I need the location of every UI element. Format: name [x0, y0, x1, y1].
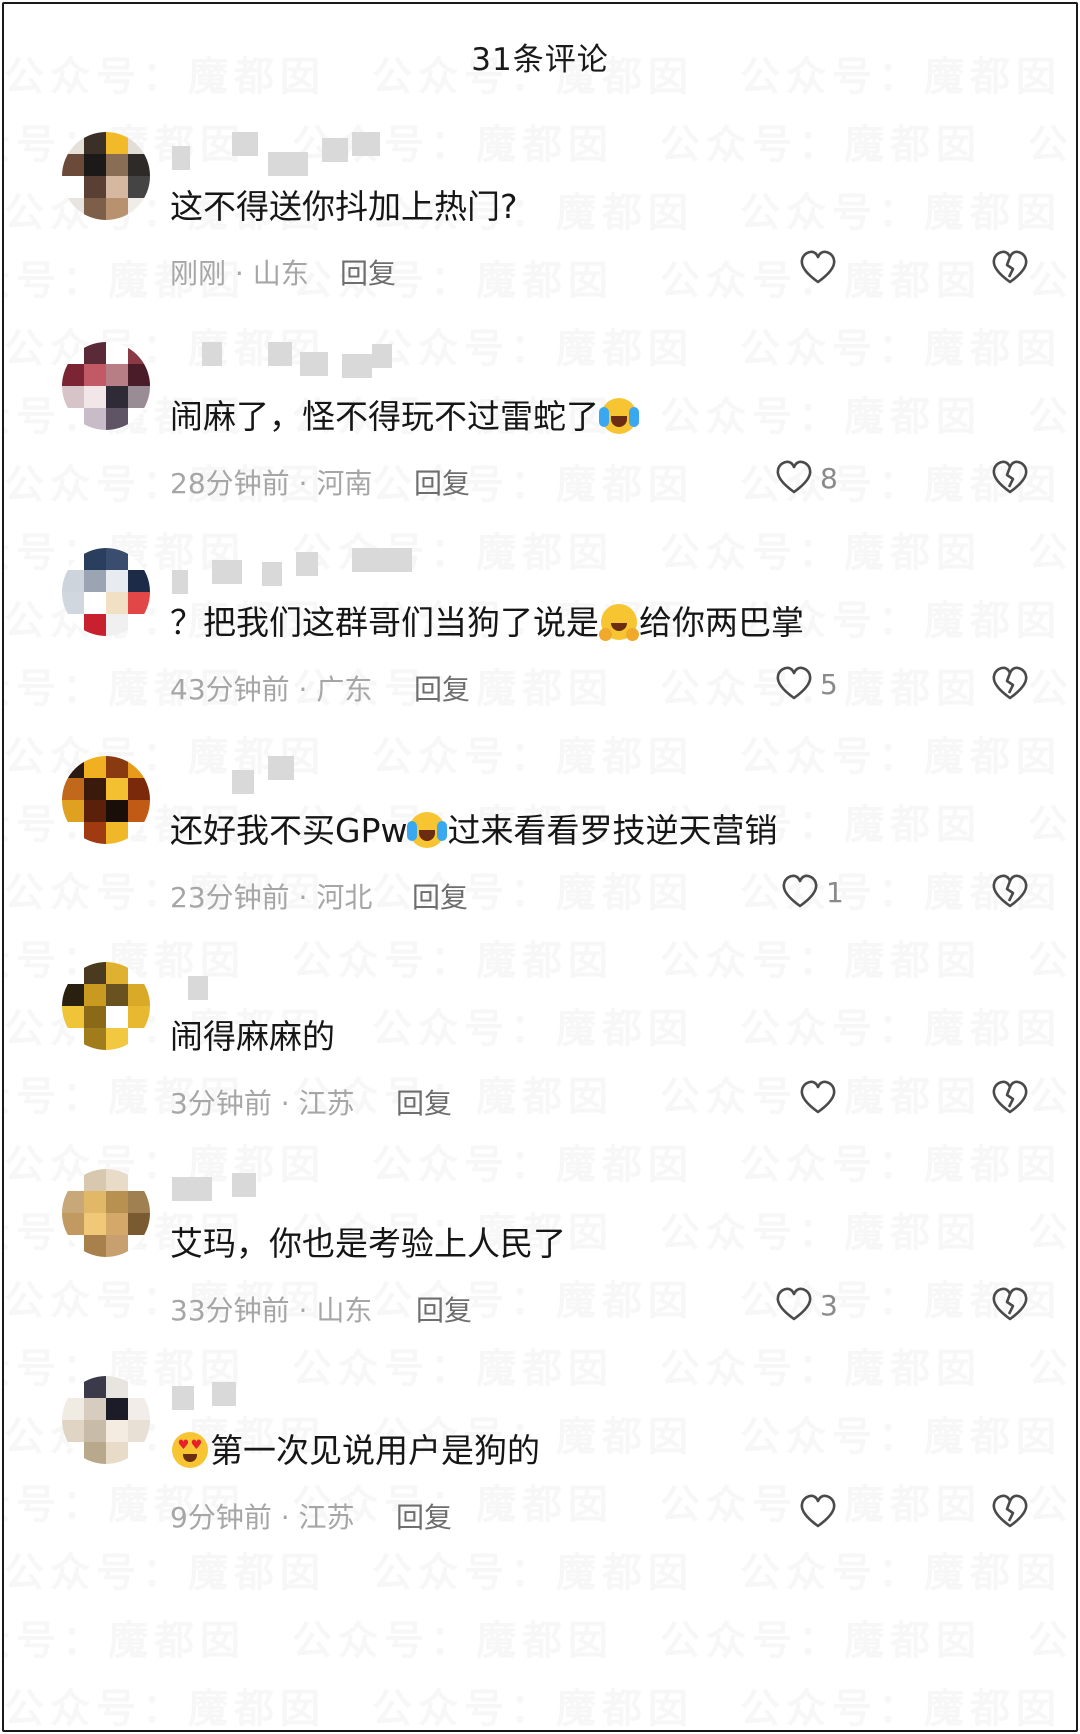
meta-separator: ·	[289, 467, 317, 500]
dislike-icon[interactable]	[990, 872, 1030, 912]
reply-button[interactable]: 回复	[414, 668, 470, 708]
avatar[interactable]	[62, 1376, 150, 1464]
dislike-icon[interactable]	[990, 1078, 1030, 1118]
like-count: 8	[820, 462, 838, 495]
comment-text: 这不得送你抖加上热门?	[170, 180, 518, 228]
comment-location: 江苏	[298, 1501, 355, 1534]
username-redacted[interactable]	[172, 548, 472, 594]
comment-item: ♥ ♥ 第一次见说用户是狗的 9分钟前 · 江苏 回复	[4, 1376, 1076, 1576]
avatar[interactable]	[62, 342, 150, 430]
dislike-icon[interactable]	[990, 664, 1030, 704]
username-redacted[interactable]	[172, 962, 472, 1002]
reply-button[interactable]: 回复	[396, 1082, 452, 1122]
comment-time: 9分钟前	[170, 1501, 272, 1534]
reply-button[interactable]: 回复	[412, 876, 468, 916]
comment-text: 闹得麻麻的	[170, 1010, 335, 1058]
comment-location: 河北	[316, 881, 373, 914]
comment-item: 闹得麻麻的 3分钟前 · 江苏 回复	[4, 962, 1076, 1162]
watermark-row: 公众号：魔都囡 公众号：魔都囡 公众号：魔都囡 公众号：魔都囡	[4, 1686, 1076, 1732]
comment-meta: 9分钟前 · 江苏	[170, 1496, 355, 1536]
meta-separator: ·	[289, 1294, 317, 1327]
like-count: 5	[820, 668, 838, 701]
comment-text: 艾玛，你也是考验上人民了	[170, 1217, 566, 1265]
comment-item: 这不得送你抖加上热门? 刚刚 · 山东 回复	[4, 132, 1076, 332]
comment-meta: 3分钟前 · 江苏	[170, 1082, 355, 1122]
comment-text-main: 这不得送你抖加上热门?	[170, 187, 518, 226]
comment-item: 闹麻了，怪不得玩不过雷蛇了 28分钟前 · 河南 回复 8	[4, 342, 1076, 542]
meta-separator: ·	[289, 881, 317, 914]
username-redacted[interactable]	[172, 1169, 472, 1209]
like-count: 3	[820, 1289, 838, 1322]
avatar[interactable]	[62, 548, 150, 636]
dislike-icon[interactable]	[990, 458, 1030, 498]
comments-panel: 公众号：魔都囡 公众号：魔都囡 公众号：魔都囡 公众号：魔都囡 公众号：魔都囡 …	[2, 2, 1078, 1732]
comment-location: 山东	[316, 1294, 373, 1327]
comment-text-main: 还好我不买GPw	[170, 811, 408, 850]
comments-count-title: 31条评论	[471, 42, 609, 78]
meta-separator: ·	[289, 673, 317, 706]
like-icon[interactable]	[780, 872, 820, 912]
username-redacted[interactable]	[172, 1376, 472, 1416]
username-redacted[interactable]	[172, 132, 472, 176]
comment-text-main: 闹得麻麻的	[170, 1017, 335, 1056]
avatar[interactable]	[62, 132, 150, 220]
comment-text: ？把我们这群哥们当狗了说是 给你两巴掌	[170, 596, 804, 644]
comment-time: 23分钟前	[170, 881, 290, 914]
watermark-row: 公众号：魔都囡 公众号：魔都囡 公众号：魔都囡 公众号：魔都囡	[4, 1618, 1076, 1664]
comment-text-after: 给你两巴掌	[639, 603, 804, 642]
like-icon[interactable]	[774, 1285, 814, 1325]
dislike-icon[interactable]	[990, 1492, 1030, 1532]
comment-text-main: 第一次见说用户是狗的	[210, 1431, 540, 1470]
comment-time: 33分钟前	[170, 1294, 290, 1327]
comment-text: ♥ ♥ 第一次见说用户是狗的	[170, 1424, 540, 1472]
dislike-icon[interactable]	[990, 1285, 1030, 1325]
avatar[interactable]	[62, 962, 150, 1050]
comment-time: 43分钟前	[170, 673, 290, 706]
username-redacted[interactable]	[172, 756, 472, 796]
comment-text-main: 艾玛，你也是考验上人民了	[170, 1224, 566, 1263]
comment-item: 艾玛，你也是考验上人民了 33分钟前 · 山东 回复 3	[4, 1169, 1076, 1369]
comment-meta: 43分钟前 · 广东	[170, 668, 372, 708]
avatar[interactable]	[62, 756, 150, 844]
comment-location: 山东	[252, 257, 309, 290]
comment-meta: 23分钟前 · 河北	[170, 876, 372, 916]
comment-item: 还好我不买GPw 过来看看罗技逆天营销 23分钟前 · 河北 回复 1	[4, 756, 1076, 956]
avatar[interactable]	[62, 1169, 150, 1257]
hugging-face-emoji-icon	[599, 604, 639, 641]
heart-eyes-emoji-icon: ♥ ♥	[172, 1432, 208, 1468]
meta-separator: ·	[271, 1501, 299, 1534]
meta-separator: ·	[271, 1087, 299, 1120]
comment-location: 广东	[316, 673, 373, 706]
comment-meta: 33分钟前 · 山东	[170, 1289, 372, 1329]
crying-laughing-emoji-icon	[407, 812, 448, 848]
like-count: 1	[826, 876, 844, 909]
comment-meta: 刚刚 · 山东	[170, 252, 309, 292]
crying-laughing-emoji-icon	[599, 398, 639, 434]
comment-text-main: ？把我们这群哥们当狗了说是	[170, 603, 599, 642]
comment-time: 28分钟前	[170, 467, 290, 500]
like-icon[interactable]	[798, 248, 838, 288]
reply-button[interactable]: 回复	[416, 1289, 472, 1329]
dislike-icon[interactable]	[990, 248, 1030, 288]
meta-separator: ·	[226, 257, 253, 290]
comment-time: 3分钟前	[170, 1087, 272, 1120]
comment-text-main: 闹麻了，怪不得玩不过雷蛇了	[170, 397, 599, 436]
reply-button[interactable]: 回复	[340, 252, 396, 292]
comment-location: 江苏	[298, 1087, 355, 1120]
reply-button[interactable]: 回复	[396, 1496, 452, 1536]
comment-location: 河南	[316, 467, 373, 500]
comment-meta: 28分钟前 · 河南	[170, 462, 372, 502]
like-icon[interactable]	[774, 458, 814, 498]
comment-item: ？把我们这群哥们当狗了说是 给你两巴掌 43分钟前 · 广东 回复 5	[4, 548, 1076, 748]
like-icon[interactable]	[798, 1492, 838, 1532]
comment-time: 刚刚	[170, 257, 227, 290]
reply-button[interactable]: 回复	[414, 462, 470, 502]
like-icon[interactable]	[798, 1078, 838, 1118]
comment-text: 闹麻了，怪不得玩不过雷蛇了	[170, 390, 639, 438]
like-icon[interactable]	[774, 664, 814, 704]
username-redacted[interactable]	[172, 342, 472, 382]
comment-text-after: 过来看看罗技逆天营销	[447, 811, 778, 850]
comment-text: 还好我不买GPw 过来看看罗技逆天营销	[170, 804, 777, 852]
